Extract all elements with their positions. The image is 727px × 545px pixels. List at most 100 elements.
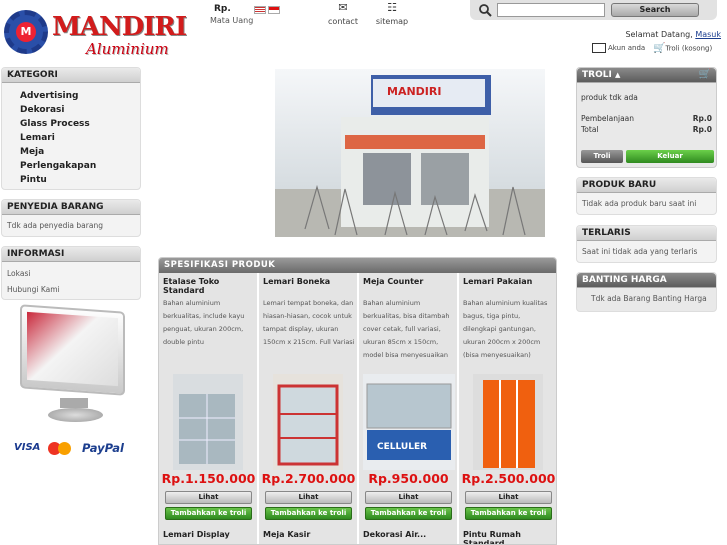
account-link[interactable]: Akun anda [592,43,645,53]
product-image[interactable] [273,374,343,470]
cart-title-bar: TROLI ▲ 🛒 [577,68,716,83]
bestseller-text: Saat ini tidak ada yang terlaris [582,247,698,256]
currency-symbol[interactable]: Rp. [214,4,231,14]
kategori-item[interactable]: Lemari [2,131,140,145]
svg-text:MANDIRI: MANDIRI [387,85,441,98]
kategori-box: KATEGORI Advertising Dekorasi Glass Proc… [1,67,141,190]
logo-subtitle: Aluminium [86,40,169,58]
penyedia-box: PENYEDIA BARANG Tdk ada penyedia barang [1,199,141,237]
payment-logos: VISA PayPal [14,441,134,455]
cart-subtotal-row: Pembelanjaan Rp.0 [581,114,712,123]
view-button[interactable]: Lihat [165,491,252,504]
nav-sitemap[interactable]: ☷ sitemap [367,1,417,27]
view-button[interactable]: Lihat [365,491,452,504]
product-card: Meja Counter Bahan aluminium berkualitas… [359,273,458,544]
next-product-name[interactable]: Meja Kasir [263,530,310,539]
bestseller-box: TERLARIS Saat ini tidak ada yang terlari… [576,225,717,263]
envelope-icon: ✉ [338,1,348,14]
sitemap-icon: ☷ [387,1,397,14]
informasi-item-hubungi[interactable]: Hubungi Kami [7,282,135,298]
cart-icon: 🛒 [653,43,666,54]
view-button[interactable]: Lihat [265,491,352,504]
next-product-name[interactable]: Dekorasi Air... [363,530,426,539]
nav-contact-label: contact [328,17,358,26]
monitor-illustration [20,304,130,428]
product-card: Lemari Boneka Lemari tempat boneka, dan … [259,273,358,544]
discount-box: BANTING HARGA Tdk ada Barang Banting Har… [576,272,717,312]
informasi-box: INFORMASI Lokasi Hubungi Kami [1,246,141,300]
subtotal-value: Rp.0 [692,114,712,123]
search-button[interactable]: Search [611,3,699,17]
mastercard-icon [48,442,72,455]
add-to-cart-button[interactable]: Tambahkan ke troli [365,507,452,520]
product-name[interactable]: Etalase Toko Standard [163,277,257,295]
view-cart-button[interactable]: Troli [581,150,623,163]
product-image[interactable] [173,374,243,470]
kategori-item[interactable]: Dekorasi [2,103,140,117]
new-products-text: Tidak ada produk baru saat ini [582,199,697,208]
visa-icon: VISA [14,442,41,453]
product-name[interactable]: Meja Counter [363,277,423,286]
kategori-item[interactable]: Glass Process [2,117,140,131]
kategori-item[interactable]: Perlengakapan [2,159,140,173]
total-value: Rp.0 [692,125,712,134]
kategori-item[interactable]: Meja [2,145,140,159]
cart-link[interactable]: 🛒Troli (kosong) [653,43,712,54]
checkout-button[interactable]: Keluar [626,150,714,163]
discount-title: BANTING HARGA [577,273,716,288]
cart-icon: 🛒 [698,69,711,80]
site-logo[interactable]: M MANDIRI Aluminium [4,10,187,60]
counter-sign-text: CELLULER [377,442,427,452]
product-image[interactable] [473,374,543,470]
product-desc: Bahan aluminium berkualitas, include kay… [163,299,245,346]
id-flag-icon[interactable] [268,6,280,14]
discount-text: Tdk ada Barang Banting Harga [591,294,707,303]
product-price: Rp.950.000 [368,471,449,486]
welcome-line: Selamat Datang, Masuk [625,30,721,39]
cart-total-row: Total Rp.0 [581,125,712,134]
add-to-cart-button[interactable]: Tambahkan ke troli [165,507,252,520]
product-desc: Lemari tempat boneka, dan hiasan-hiasan,… [263,299,355,346]
next-product-name[interactable]: Lemari Display [163,530,230,539]
paypal-icon: PayPal [82,441,124,455]
spec-title: SPESIFIKASI PRODUK [159,258,556,273]
kategori-list: Advertising Dekorasi Glass Process Lemar… [2,83,140,187]
product-price: Rp.2.500.000 [461,471,556,486]
informasi-item-lokasi[interactable]: Lokasi [7,266,135,282]
bestseller-title: TERLARIS [577,226,716,241]
kategori-item[interactable]: Pintu [2,173,140,187]
us-flag-icon[interactable] [254,6,266,14]
total-label: Total [581,125,599,134]
nav-sitemap-label: sitemap [375,17,409,26]
product-desc: Bahan aluminium kualitas bagus, tiga pin… [463,299,548,359]
product-price: Rp.1.150.000 [161,471,256,486]
cart-box: TROLI ▲ 🛒 produk tdk ada Pembelanjaan Rp… [576,67,717,168]
collapse-arrow-icon[interactable]: ▲ [615,71,620,79]
view-button[interactable]: Lihat [465,491,552,504]
product-image[interactable]: CELLULER [363,374,455,470]
informasi-list: Lokasi Hubungi Kami [2,262,140,302]
product-name[interactable]: Lemari Pakaian [463,277,532,286]
nav-contact[interactable]: ✉ contact [318,1,368,27]
product-name[interactable]: Lemari Boneka [263,277,330,286]
product-card: Etalase Toko Standard Bahan aluminium be… [159,273,258,544]
search-icon[interactable] [478,3,492,17]
search-input[interactable] [497,3,605,17]
kategori-item[interactable]: Advertising [2,89,140,103]
welcome-text: Selamat Datang, [625,30,693,39]
penyedia-text: Tdk ada penyedia barang [7,221,103,230]
gear-logo-icon: M [4,10,48,54]
next-product-name[interactable]: Pintu Rumah Standard [463,530,556,544]
account-icon [592,43,606,53]
login-link[interactable]: Masuk [695,30,721,39]
account-link-label: Akun anda [608,44,646,52]
product-price: Rp.2.700.000 [261,471,356,486]
penyedia-title: PENYEDIA BARANG [2,200,140,215]
add-to-cart-button[interactable]: Tambahkan ke troli [465,507,552,520]
store-banner-image: MANDIRI [275,69,545,237]
subtotal-label: Pembelanjaan [581,114,635,123]
cart-empty-text: produk tdk ada [581,93,638,102]
logo-title: MANDIRI [52,12,187,42]
add-to-cart-button[interactable]: Tambahkan ke troli [265,507,352,520]
currency-label: Mata Uang [210,16,254,25]
